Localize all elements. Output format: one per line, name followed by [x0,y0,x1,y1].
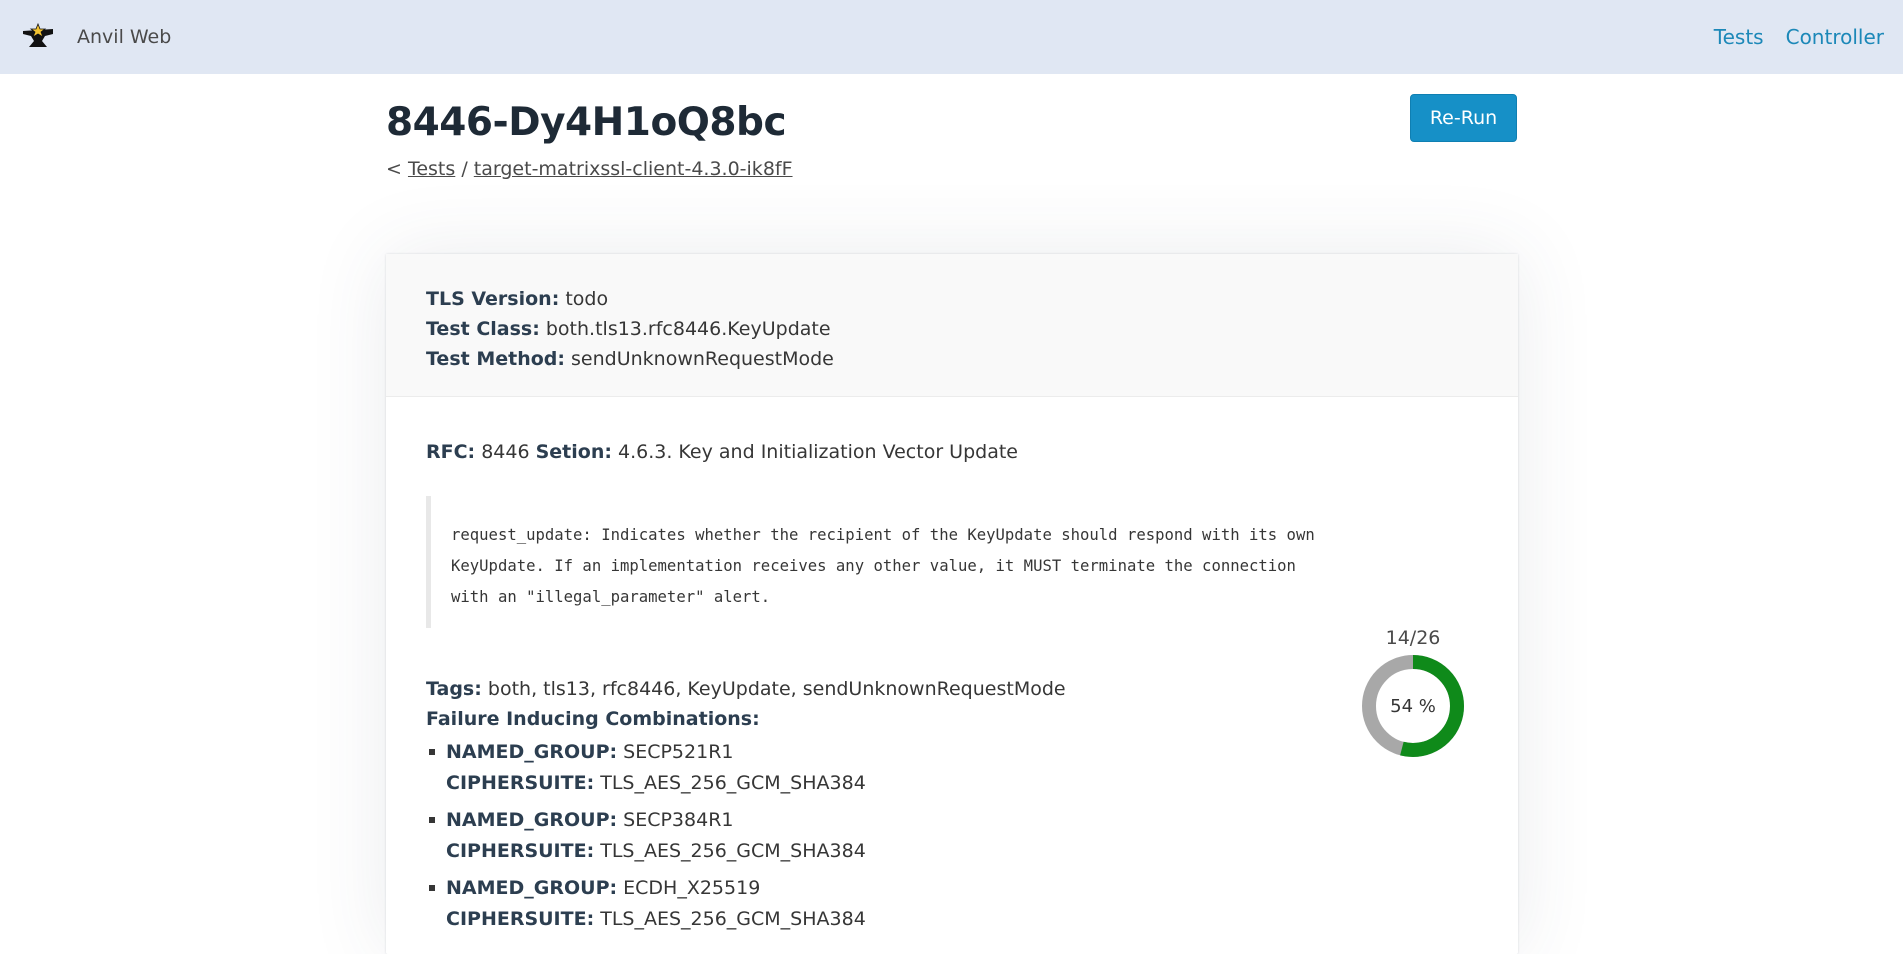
breadcrumb-back-arrow: < [386,158,402,180]
tls-version-value: todo [565,288,609,310]
tags-line: Tags: both, tls13, rfc8446, KeyUpdate, s… [426,674,1478,704]
test-method-row: Test Method: sendUnknownRequestMode [426,344,1478,374]
page-title: 8446-Dy4H1oQ8bc [386,100,787,145]
rfc-line: RFC: 8446 Setion: 4.6.3. Key and Initial… [426,439,1478,465]
navbar: Anvil Web Tests Controller [0,0,1903,74]
combo-key: CIPHERSUITE: [446,772,595,794]
test-method-label: Test Method: [426,348,565,370]
rfc-quote: request_update: Indicates whether the re… [426,496,1346,628]
test-class-label: Test Class: [426,318,540,340]
brand[interactable]: Anvil Web [20,19,171,55]
failure-combinations-title: Failure Inducing Combinations: [426,704,1478,734]
section-value: 4.6.3. Key and Initialization Vector Upd… [618,441,1018,463]
donut-percent-label: 54 % [1390,696,1436,717]
tls-version-row: TLS Version: todo [426,284,1478,314]
list-item: NAMED_GROUP: SECP384R1 CIPHERSUITE: TLS_… [426,805,1478,867]
list-item: NAMED_GROUP: ECDH_X25519 CIPHERSUITE: TL… [426,873,1478,935]
combo-value: TLS_AES_256_GCM_SHA384 [600,772,866,794]
failure-combinations-label: Failure Inducing Combinations: [426,708,760,730]
list-item: NAMED_GROUP: SECP521R1 CIPHERSUITE: TLS_… [426,737,1478,799]
nav-link-controller[interactable]: Controller [1786,25,1884,49]
test-class-row: Test Class: both.tls13.rfc8446.KeyUpdate [426,314,1478,344]
test-details-card: TLS Version: todo Test Class: both.tls13… [386,254,1518,954]
success-donut: 54 % [1362,655,1464,757]
breadcrumb-separator: / [461,158,468,180]
card-header: TLS Version: todo Test Class: both.tls13… [386,254,1518,397]
tags-label: Tags: [426,678,482,700]
brand-name: Anvil Web [77,26,172,48]
anvil-logo-icon [23,22,53,47]
test-class-value: both.tls13.rfc8446.KeyUpdate [545,318,831,340]
section-label: Setion: [535,441,612,463]
breadcrumb-target-link[interactable]: target-matrixssl-client-4.3.0-ik8fF [474,158,793,180]
card-body: RFC: 8446 Setion: 4.6.3. Key and Initial… [386,397,1518,935]
rfc-value: 8446 [481,441,530,463]
breadcrumb: < Tests / target-matrixssl-client-4.3.0-… [386,158,793,180]
success-rate-chart: 14/26 54 % [1361,626,1465,758]
rerun-button[interactable]: Re-Run [1410,94,1517,142]
success-count: 14/26 [1385,627,1441,649]
tags-value: both, tls13, rfc8446, KeyUpdate, sendUnk… [487,678,1066,700]
combo-key: CIPHERSUITE: [446,840,595,862]
test-method-value: sendUnknownRequestMode [571,348,834,370]
rfc-label: RFC: [426,441,476,463]
combo-key: NAMED_GROUP: [446,741,618,763]
failure-combinations-list: NAMED_GROUP: SECP521R1 CIPHERSUITE: TLS_… [426,737,1478,935]
combo-key: NAMED_GROUP: [446,809,618,831]
combo-value: ECDH_X25519 [623,877,761,899]
nav-links: Tests Controller [1692,25,1884,49]
breadcrumb-tests-link[interactable]: Tests [408,158,455,180]
combo-key: NAMED_GROUP: [446,877,618,899]
combo-value: SECP521R1 [623,741,734,763]
nav-link-tests[interactable]: Tests [1714,25,1764,49]
tls-version-label: TLS Version: [426,288,560,310]
combo-value: TLS_AES_256_GCM_SHA384 [600,840,866,862]
combo-value: SECP384R1 [623,809,734,831]
